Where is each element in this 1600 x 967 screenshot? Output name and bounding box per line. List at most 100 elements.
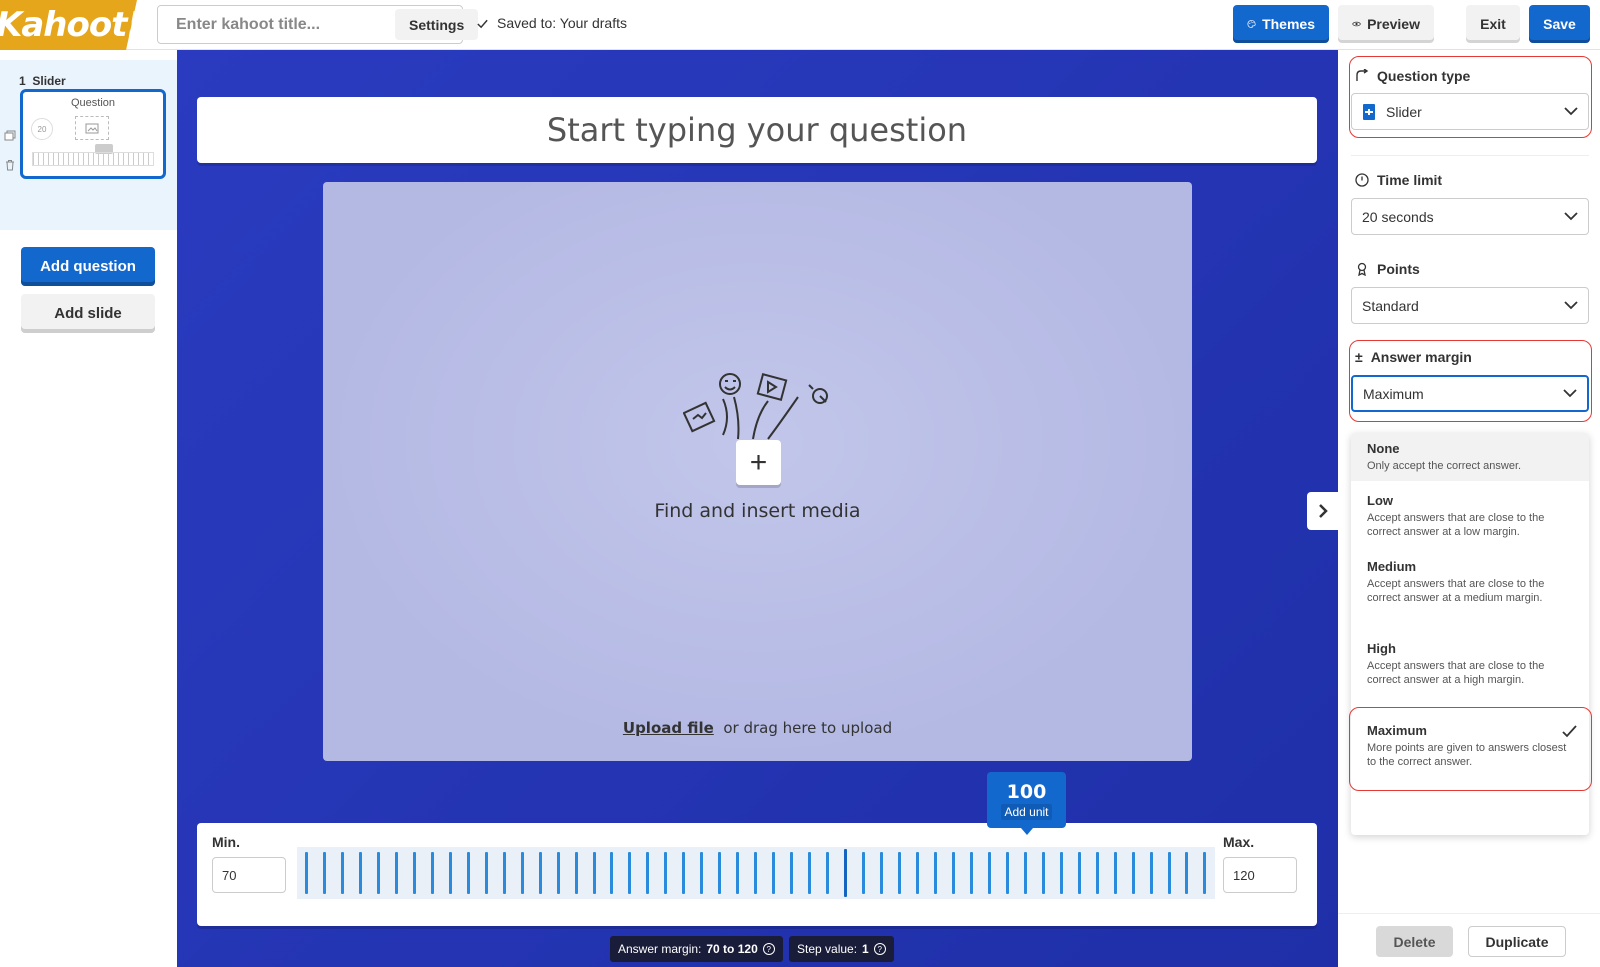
slider-tick — [754, 852, 758, 894]
slider-tick — [897, 852, 901, 894]
min-value-input[interactable] — [212, 857, 286, 893]
themes-button[interactable]: Themes — [1233, 5, 1329, 43]
max-value-input[interactable] — [1223, 857, 1297, 893]
trash-icon[interactable] — [4, 159, 16, 174]
step-value-badge-label: Step value: — [797, 942, 858, 956]
settings-button[interactable]: Settings — [395, 9, 479, 40]
exit-button[interactable]: Exit — [1466, 5, 1520, 43]
preview-label: Preview — [1367, 16, 1420, 32]
option-description: Only accept the correct answer. — [1367, 460, 1522, 472]
help-icon[interactable]: ? — [762, 943, 775, 955]
option-title: High — [1367, 641, 1396, 656]
option-description: Accept answers that are close to the cor… — [1367, 512, 1545, 538]
add-unit-button[interactable]: Add unit — [1001, 804, 1052, 820]
option-title: Medium — [1367, 559, 1417, 574]
answer-margin-option-maximum[interactable]: Maximum More points are given to answers… — [1351, 715, 1589, 785]
answer-margin-option-none[interactable]: None Only accept the correct answer. — [1351, 433, 1589, 481]
media-drop-area[interactable]: + Find and insert media Upload file or d… — [323, 182, 1192, 761]
slider-tick — [628, 852, 632, 894]
help-icon[interactable]: ? — [873, 943, 886, 955]
slider-tick — [1167, 852, 1171, 894]
add-question-button[interactable]: Add question — [21, 247, 155, 286]
slide-list-item[interactable]: 1 Slider Question 20 — [0, 60, 177, 230]
upload-line: Upload file or drag here to upload — [323, 719, 1192, 737]
answer-margin-option-medium[interactable]: Medium Accept answers that are close to … — [1351, 551, 1589, 613]
question-input[interactable]: Start typing your question — [197, 97, 1317, 163]
add-slide-button[interactable]: Add slide — [21, 294, 155, 333]
slider-value-handle[interactable]: 100 Add unit — [987, 772, 1066, 835]
question-type-value: Slider — [1386, 103, 1422, 120]
slider-tick — [951, 852, 955, 894]
option-description: More points are given to answers closest… — [1367, 742, 1567, 768]
option-title: Maximum — [1367, 723, 1427, 738]
chevron-down-icon — [1564, 107, 1578, 116]
question-type-select[interactable]: Slider — [1351, 93, 1589, 130]
slider-tick — [826, 852, 830, 894]
chevron-down-icon — [1563, 389, 1577, 398]
saved-status-text: Saved to: Your drafts — [497, 15, 627, 31]
option-description: Accept answers that are close to the cor… — [1367, 660, 1545, 686]
question-type-label-row: Question type — [1355, 68, 1470, 84]
slider-tick — [376, 852, 380, 894]
thumbnail-title: Question — [70, 97, 116, 109]
slider-track[interactable] — [297, 847, 1215, 899]
duplicate-button[interactable]: Duplicate — [1468, 926, 1566, 957]
answer-margin-option-low[interactable]: Low Accept answers that are close to the… — [1351, 485, 1589, 547]
thumbnail-slider — [32, 152, 154, 166]
step-value-badge-value: 1 — [862, 942, 869, 956]
question-type-label: Question type — [1377, 68, 1471, 84]
slider-tick — [358, 852, 362, 894]
slider-tick — [736, 852, 740, 894]
duplicate-slide-icon[interactable] — [4, 130, 16, 145]
selected-checkmark-icon — [1562, 725, 1577, 742]
preview-button[interactable]: Preview — [1338, 5, 1434, 43]
media-illustration-icon — [683, 373, 828, 440]
slider-tick — [448, 852, 452, 894]
slider-tick — [844, 849, 848, 897]
slider-tick — [466, 852, 470, 894]
answer-margin-dropdown: None Only accept the correct answer. Low… — [1351, 433, 1589, 835]
slide-thumbnail[interactable]: Question 20 — [20, 89, 166, 179]
slider-tick — [664, 852, 668, 894]
option-title: None — [1367, 441, 1400, 456]
slider-tick — [1041, 852, 1045, 894]
time-limit-value: 20 seconds — [1362, 208, 1434, 225]
slider-tick — [484, 852, 488, 894]
slider-tick — [610, 852, 614, 894]
slider-tick — [592, 852, 596, 894]
option-description: Accept answers that are close to the cor… — [1367, 578, 1545, 604]
slider-tick — [987, 852, 991, 894]
slider-tick — [538, 852, 542, 894]
answer-margin-option-high[interactable]: High Accept answers that are close to th… — [1351, 633, 1589, 695]
save-button[interactable]: Save — [1529, 5, 1590, 43]
answer-margin-label-row: ± Answer margin — [1355, 349, 1472, 365]
slider-tick — [969, 852, 973, 894]
slider-tick — [574, 852, 578, 894]
insert-media-plus-icon[interactable]: + — [736, 440, 781, 485]
slider-tick — [1203, 852, 1207, 894]
thumbnail-timer: 20 — [31, 118, 53, 140]
question-type-icon — [1356, 69, 1369, 81]
divider — [1351, 155, 1589, 156]
answer-margin-value: Maximum — [1363, 385, 1424, 402]
find-media-label: Find and insert media — [654, 500, 861, 522]
delete-button[interactable]: Delete — [1376, 926, 1453, 957]
option-title: Low — [1367, 493, 1393, 508]
slider-tick — [412, 852, 416, 894]
time-limit-select[interactable]: 20 seconds — [1351, 198, 1589, 235]
question-placeholder: Start typing your question — [546, 111, 968, 149]
divider — [1338, 913, 1600, 914]
min-label: Min. — [212, 834, 240, 850]
points-select[interactable]: Standard — [1351, 287, 1589, 324]
kahoot-logo[interactable]: Kahoot! — [0, 0, 137, 50]
upload-file-link[interactable]: Upload file — [623, 719, 714, 737]
slider-tick — [700, 852, 704, 894]
answer-margin-select[interactable]: Maximum — [1351, 375, 1589, 412]
expand-panel-chevron-icon[interactable] — [1307, 492, 1338, 530]
slider-tick — [880, 852, 883, 894]
slider-tick — [1005, 852, 1009, 894]
slider-tick — [1185, 852, 1189, 894]
answer-margin-badge-label: Answer margin: — [618, 942, 702, 956]
kahoot-title-input[interactable] — [158, 6, 395, 43]
time-limit-label-row: Time limit — [1355, 172, 1442, 188]
